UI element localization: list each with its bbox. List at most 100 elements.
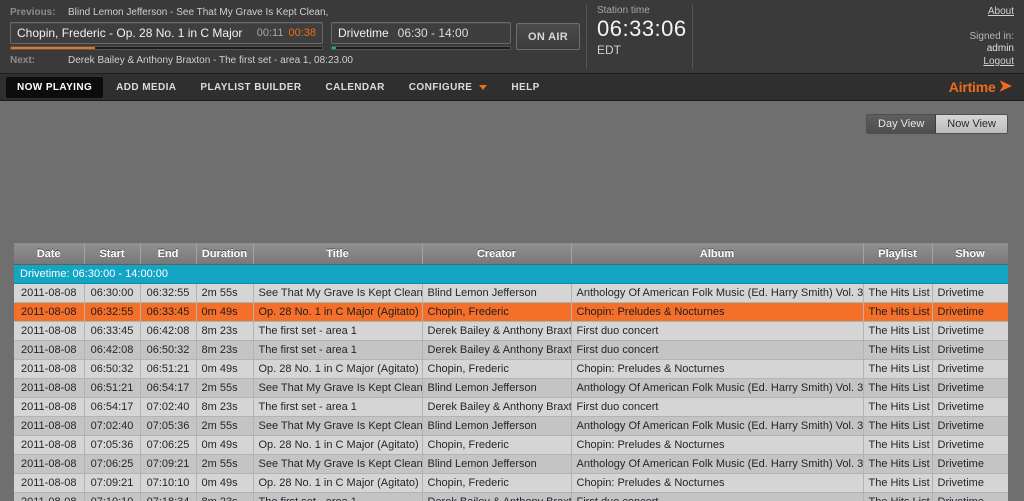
cell-date: 2011-08-08 (14, 321, 85, 341)
nav-item-calendar[interactable]: CALENDAR (314, 77, 395, 98)
column-header-creator[interactable]: Creator (422, 244, 572, 265)
column-header-show[interactable]: Show (932, 244, 1008, 265)
current-track-box[interactable]: Chopin, Frederic - Op. 28 No. 1 in C Maj… (10, 22, 323, 44)
cell-date: 2011-08-08 (14, 454, 85, 474)
cell-duration: 8m 23s (196, 340, 254, 360)
cell-album: First duo concert (571, 492, 864, 501)
table-header-row: Date Start End Duration Title Creator Album Pla… (14, 244, 1008, 265)
cell-duration: 0m 49s (196, 435, 254, 455)
brand-arrow-icon: ➤ (998, 78, 1012, 95)
table-row[interactable]: 2011-08-08 06:50:32 06:51:21 0m 49s Op. 28 N… (14, 359, 1008, 379)
station-time-clock: 06:33:06 (597, 16, 687, 41)
nav-item-help[interactable]: HELP (500, 77, 550, 98)
cell-start: 07:06:25 (84, 454, 141, 474)
show-progress-fill (332, 47, 336, 49)
cell-duration: 8m 23s (196, 397, 254, 417)
account-area: About Signed in: admin Logout (693, 0, 1024, 73)
nav-item-label: CALENDAR (325, 81, 385, 93)
column-header-date[interactable]: Date (14, 244, 85, 265)
cell-date: 2011-08-08 (14, 473, 85, 493)
brand-text: Airtime (948, 79, 996, 95)
player-row: Chopin, Frederic - Op. 28 No. 1 in C Maj… (10, 22, 511, 44)
on-air-button[interactable]: ON AIR (516, 23, 580, 50)
cell-album: Chopin: Preludes & Nocturnes (571, 473, 864, 493)
cell-creator: Blind Lemon Jefferson (422, 283, 572, 303)
day-view-button[interactable]: Day View (867, 115, 937, 133)
cell-start: 07:09:21 (84, 473, 141, 493)
cell-creator: Chopin, Frederic (422, 435, 572, 455)
cell-end: 06:33:45 (140, 302, 197, 322)
track-progress-fill (11, 47, 95, 49)
cell-show: Drivetime (932, 397, 1008, 417)
cell-creator: Chopin, Frederic (422, 473, 572, 493)
cell-start: 06:51:21 (84, 378, 141, 398)
cell-title: Op. 28 No. 1 in C Major (Agitato) (253, 473, 423, 493)
column-header-title[interactable]: Title (253, 244, 423, 265)
schedule-table: Date Start End Duration Title Creator Album Pla… (14, 244, 1008, 501)
nav-item-playlist-builder[interactable]: PLAYLIST BUILDER (189, 77, 312, 98)
cell-show: Drivetime (932, 416, 1008, 436)
cell-creator: Chopin, Frederic (422, 302, 572, 322)
column-header-album[interactable]: Album (571, 244, 864, 265)
table-row[interactable]: 2011-08-08 06:42:08 06:50:32 8m 23s The firs… (14, 340, 1008, 360)
cell-playlist: The Hits List (863, 340, 933, 360)
table-row[interactable]: 2011-08-08 07:09:21 07:10:10 0m 49s Op. 28 N… (14, 473, 1008, 493)
cell-title: The first set - area 1 (253, 397, 423, 417)
table-row[interactable]: 2011-08-08 07:02:40 07:05:36 2m 55s See That… (14, 416, 1008, 436)
vertical-scrollbar[interactable] (1008, 243, 1024, 501)
table-row[interactable]: 2011-08-08 06:54:17 07:02:40 8m 23s The firs… (14, 397, 1008, 417)
next-label: Next: (10, 54, 36, 66)
about-link[interactable]: About (988, 6, 1014, 17)
cell-album: Anthology Of American Folk Music (Ed. Ha… (571, 378, 864, 398)
nav-item-label: HELP (511, 81, 540, 93)
cell-creator: Derek Bailey & Anthony Braxton (422, 340, 572, 360)
player-area: Previous: Blind Lemon Jefferson - See Th… (0, 0, 511, 73)
column-header-end[interactable]: End (140, 244, 197, 265)
cell-album: Anthology Of American Folk Music (Ed. Ha… (571, 454, 864, 474)
table-row[interactable]: 2011-08-08 07:05:36 07:06:25 0m 49s Op. 28 N… (14, 435, 1008, 455)
cell-date: 2011-08-08 (14, 378, 85, 398)
cell-playlist: The Hits List (863, 492, 933, 501)
show-progress-bar (331, 46, 511, 50)
column-header-playlist[interactable]: Playlist (863, 244, 933, 265)
cell-playlist: The Hits List (863, 378, 933, 398)
table-row[interactable]: 2011-08-0807:10:1007:18:348m 23sThe firs… (14, 492, 1008, 501)
cell-album: Anthology Of American Folk Music (Ed. Ha… (571, 416, 864, 436)
cell-playlist: The Hits List (863, 416, 933, 436)
cell-end: 06:54:17 (140, 378, 197, 398)
table-row[interactable]: 2011-08-08 06:30:00 06:32:55 2m 55s See That… (14, 283, 1008, 303)
cell-start: 06:50:32 (84, 359, 141, 379)
track-remaining-time: 00:38 (288, 27, 316, 39)
cell-start: 06:30:00 (84, 283, 141, 303)
next-track-line: Next: Derek Bailey & Anthony Braxton - T… (10, 53, 502, 67)
nav-item-label: CONFIGURE (408, 81, 473, 93)
nav-items: NOW PLAYING ADD MEDIA PLAYLIST BUILDER CALE… (6, 76, 553, 98)
cell-end: 07:18:34 (140, 492, 197, 501)
table-row-current[interactable]: 2011-08-08 06:32:55 06:33:45 0m 49s Op. 28 N… (14, 302, 1008, 322)
nav-item-add-media[interactable]: ADD MEDIA (105, 77, 187, 98)
logout-link[interactable]: Logout (983, 56, 1014, 67)
cell-playlist: The Hits List (863, 397, 933, 417)
table-row[interactable]: 2011-08-08 06:33:45 06:42:08 8m 23s The firs… (14, 321, 1008, 341)
now-view-button[interactable]: Now View (936, 115, 1007, 133)
current-show-box[interactable]: Drivetime 06:30 - 14:00 (331, 22, 511, 44)
cell-album: Anthology Of American Folk Music (Ed. Ha… (571, 283, 864, 303)
cell-end: 07:02:40 (140, 397, 197, 417)
cell-playlist: The Hits List (863, 454, 933, 474)
column-header-start[interactable]: Start (84, 244, 141, 265)
table-row[interactable]: 2011-08-08 07:06:25 07:09:21 2m 55s See That… (14, 454, 1008, 474)
cell-creator: Blind Lemon Jefferson (422, 454, 572, 474)
nav-item-now-playing[interactable]: NOW PLAYING (6, 76, 104, 98)
cell-playlist: The Hits List (863, 302, 933, 322)
current-show-name: Drivetime (338, 26, 389, 40)
schedule-table-container[interactable]: Date Start End Duration Title Creator Album Pla… (14, 243, 1008, 501)
cell-show: Drivetime (932, 473, 1008, 493)
station-time-area: Station time 06:33:06 EDT (587, 0, 692, 73)
cell-creator: Blind Lemon Jefferson (422, 416, 572, 436)
cell-date: 2011-08-08 (14, 340, 85, 360)
table-row[interactable]: 2011-08-08 06:51:21 06:54:17 2m 55s See That… (14, 378, 1008, 398)
cell-title: The first set - area 1 (253, 340, 423, 360)
column-header-duration[interactable]: Duration (196, 244, 254, 265)
nav-item-configure[interactable]: CONFIGURE (398, 77, 499, 98)
cell-start: 07:10:10 (84, 492, 141, 501)
